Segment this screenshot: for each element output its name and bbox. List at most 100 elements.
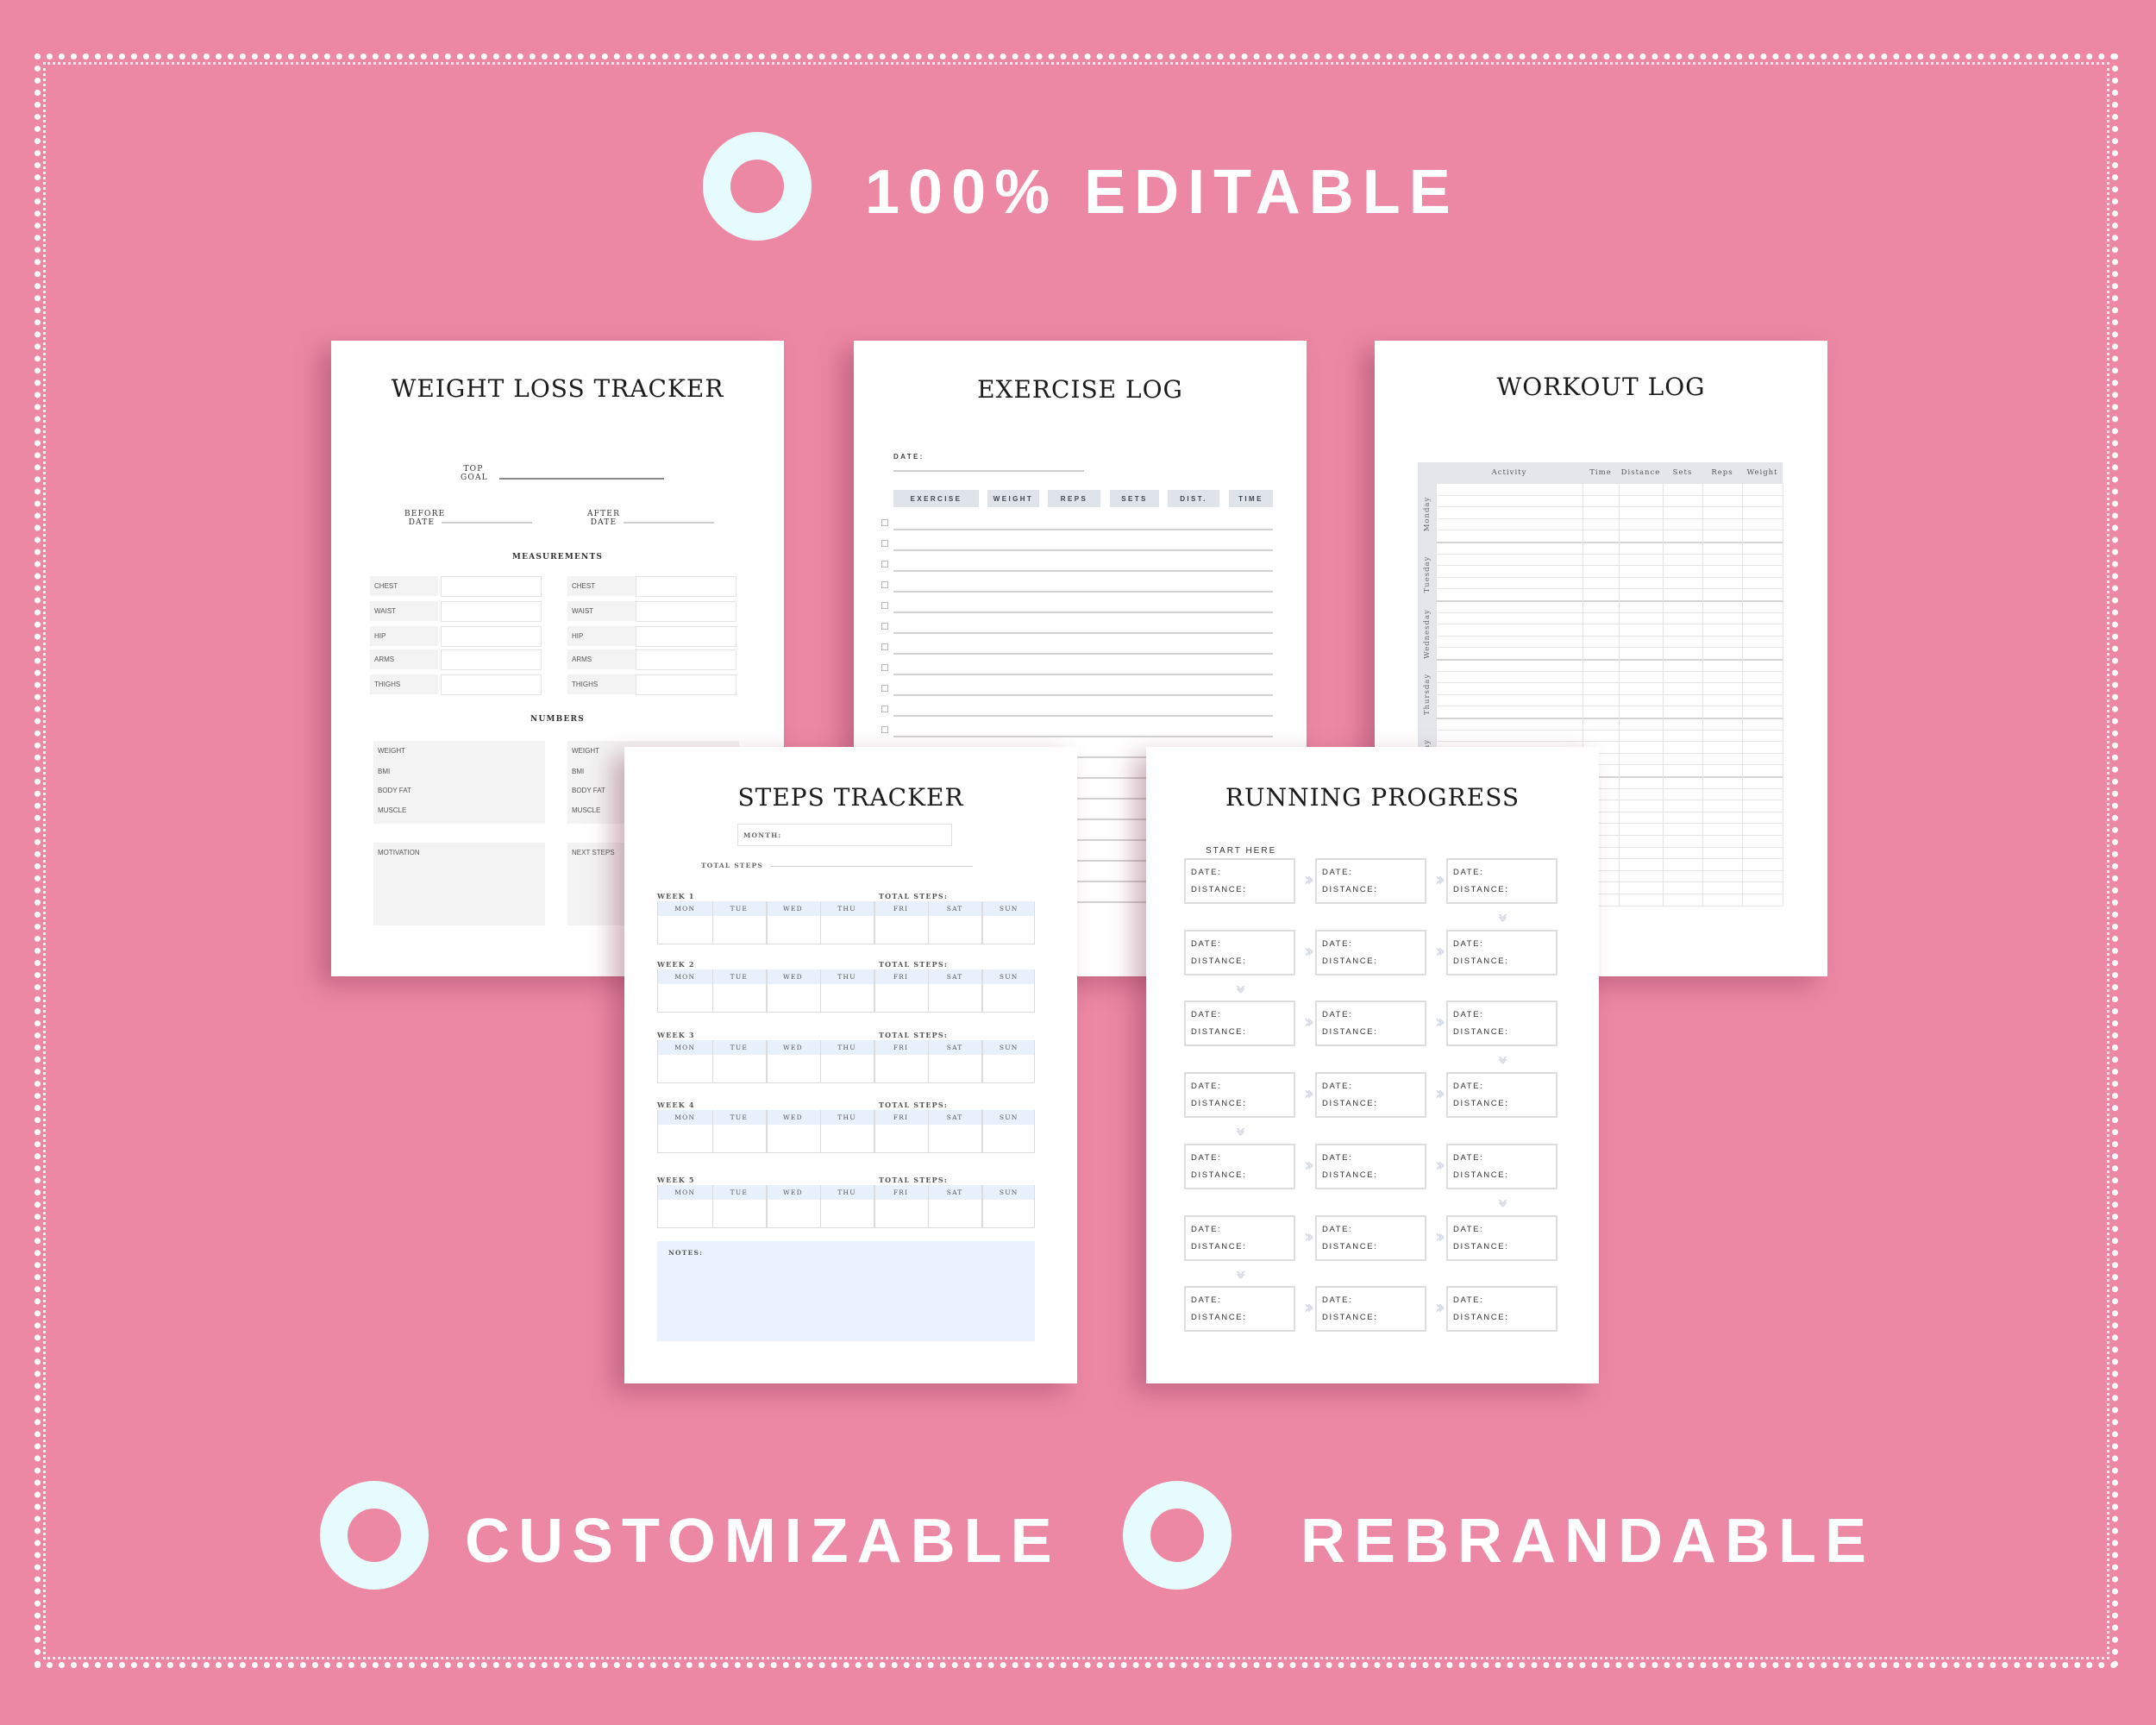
measurement-after-input[interactable] — [636, 626, 736, 647]
run-entry-box[interactable]: DATE: DISTANCE: — [1446, 1144, 1557, 1189]
day-steps-cell[interactable] — [766, 984, 820, 1013]
table-row-line[interactable] — [1436, 494, 1783, 496]
table-row-line[interactable] — [1436, 600, 1783, 602]
exercise-row-line[interactable] — [893, 612, 1273, 613]
exercise-checkbox[interactable] — [881, 643, 888, 650]
exercise-row-line[interactable] — [893, 674, 1273, 675]
exercise-checkbox[interactable] — [881, 685, 888, 692]
measurement-after-input[interactable] — [636, 601, 736, 622]
measurement-after-input[interactable] — [636, 576, 736, 597]
exercise-row-line[interactable] — [893, 549, 1273, 551]
after-date-line[interactable] — [624, 522, 714, 524]
motivation-box[interactable]: MOTIVATION — [373, 843, 545, 925]
measurement-before-input[interactable] — [441, 601, 542, 622]
day-steps-cell[interactable] — [874, 1200, 928, 1228]
exercise-checkbox[interactable] — [881, 664, 888, 671]
day-steps-cell[interactable] — [712, 1200, 767, 1228]
exercise-checkbox[interactable] — [881, 706, 888, 712]
run-entry-box[interactable]: DATE: DISTANCE: — [1315, 858, 1426, 904]
run-entry-box[interactable]: DATE: DISTANCE: — [1184, 858, 1295, 904]
run-entry-box[interactable]: DATE: DISTANCE: — [1315, 1286, 1426, 1332]
day-steps-cell[interactable] — [766, 1200, 820, 1228]
run-entry-box[interactable]: DATE: DISTANCE: — [1184, 1215, 1295, 1261]
day-steps-cell[interactable] — [766, 916, 820, 944]
day-steps-cell[interactable] — [874, 1125, 928, 1153]
measurement-after-input[interactable] — [636, 649, 736, 670]
day-steps-cell[interactable] — [981, 984, 1036, 1013]
table-row-line[interactable] — [1436, 612, 1783, 613]
exercise-row-line[interactable] — [893, 715, 1273, 717]
run-entry-box[interactable]: DATE: DISTANCE: — [1446, 858, 1557, 904]
measurement-before-input[interactable] — [441, 674, 542, 695]
run-entry-box[interactable]: DATE: DISTANCE: — [1315, 1000, 1426, 1046]
table-row-line[interactable] — [1436, 659, 1783, 661]
table-row-line[interactable] — [1436, 729, 1783, 731]
day-steps-cell[interactable] — [712, 984, 767, 1013]
table-row-line[interactable] — [1436, 682, 1783, 684]
table-row-line[interactable] — [1436, 741, 1783, 743]
numbers-box-before[interactable]: WEIGHT BMI BODY FAT MUSCLE — [373, 741, 545, 824]
exercise-checkbox[interactable] — [881, 623, 888, 630]
run-entry-box[interactable]: DATE: DISTANCE: — [1184, 1286, 1295, 1332]
exercise-row-line[interactable] — [893, 529, 1273, 530]
date-line[interactable] — [893, 470, 1084, 472]
day-steps-cell[interactable] — [928, 984, 982, 1013]
exercise-checkbox[interactable] — [881, 602, 888, 609]
exercise-checkbox[interactable] — [881, 581, 888, 588]
table-row-line[interactable] — [1436, 542, 1783, 543]
run-entry-box[interactable]: DATE: DISTANCE: — [1315, 930, 1426, 975]
run-entry-box[interactable]: DATE: DISTANCE: — [1446, 930, 1557, 975]
run-entry-box[interactable]: DATE: DISTANCE: — [1184, 930, 1295, 975]
day-steps-cell[interactable] — [981, 1125, 1036, 1153]
table-row-line[interactable] — [1436, 670, 1783, 672]
exercise-checkbox[interactable] — [881, 540, 888, 547]
day-steps-cell[interactable] — [820, 1200, 874, 1228]
day-steps-cell[interactable] — [820, 1125, 874, 1153]
day-steps-cell[interactable] — [981, 1055, 1036, 1083]
table-row-line[interactable] — [1436, 506, 1783, 508]
day-steps-cell[interactable] — [928, 916, 982, 944]
day-steps-cell[interactable] — [981, 916, 1036, 944]
run-entry-box[interactable]: DATE: DISTANCE: — [1446, 1215, 1557, 1261]
exercise-row-line[interactable] — [893, 736, 1273, 737]
day-steps-cell[interactable] — [712, 1055, 767, 1083]
exercise-row-line[interactable] — [893, 632, 1273, 634]
day-steps-cell[interactable] — [820, 916, 874, 944]
run-entry-box[interactable]: DATE: DISTANCE: — [1315, 1215, 1426, 1261]
exercise-row-line[interactable] — [893, 653, 1273, 655]
day-steps-cell[interactable] — [928, 1125, 982, 1153]
measurement-before-input[interactable] — [441, 576, 542, 597]
day-steps-cell[interactable] — [658, 1200, 712, 1228]
table-row-line[interactable] — [1436, 565, 1783, 567]
day-steps-cell[interactable] — [928, 1200, 982, 1228]
measurement-before-input[interactable] — [441, 626, 542, 647]
top-goal-line[interactable] — [499, 478, 664, 480]
notes-box[interactable]: NOTES: — [657, 1241, 1035, 1341]
day-steps-cell[interactable] — [658, 916, 712, 944]
table-row-line[interactable] — [1436, 718, 1783, 719]
day-steps-cell[interactable] — [820, 984, 874, 1013]
run-entry-box[interactable]: DATE: DISTANCE: — [1446, 1072, 1557, 1118]
table-row-line[interactable] — [1436, 553, 1783, 555]
exercise-row-line[interactable] — [893, 570, 1273, 572]
run-entry-box[interactable]: DATE: DISTANCE: — [1184, 1072, 1295, 1118]
day-steps-cell[interactable] — [658, 1125, 712, 1153]
total-steps-line[interactable] — [771, 866, 973, 867]
run-entry-box[interactable]: DATE: DISTANCE: — [1315, 1072, 1426, 1118]
day-steps-cell[interactable] — [766, 1125, 820, 1153]
day-steps-cell[interactable] — [981, 1200, 1036, 1228]
run-entry-box[interactable]: DATE: DISTANCE: — [1184, 1000, 1295, 1046]
measurement-after-input[interactable] — [636, 674, 736, 695]
day-steps-cell[interactable] — [766, 1055, 820, 1083]
table-row-line[interactable] — [1436, 518, 1783, 519]
month-field[interactable]: MONTH: — [737, 824, 952, 846]
table-row-line[interactable] — [1436, 483, 1783, 484]
run-entry-box[interactable]: DATE: DISTANCE: — [1315, 1144, 1426, 1189]
day-steps-cell[interactable] — [928, 1055, 982, 1083]
exercise-checkbox[interactable] — [881, 519, 888, 526]
day-steps-cell[interactable] — [820, 1055, 874, 1083]
exercise-row-line[interactable] — [893, 591, 1273, 593]
table-row-line[interactable] — [1436, 635, 1783, 637]
exercise-checkbox[interactable] — [881, 561, 888, 568]
day-steps-cell[interactable] — [874, 1055, 928, 1083]
